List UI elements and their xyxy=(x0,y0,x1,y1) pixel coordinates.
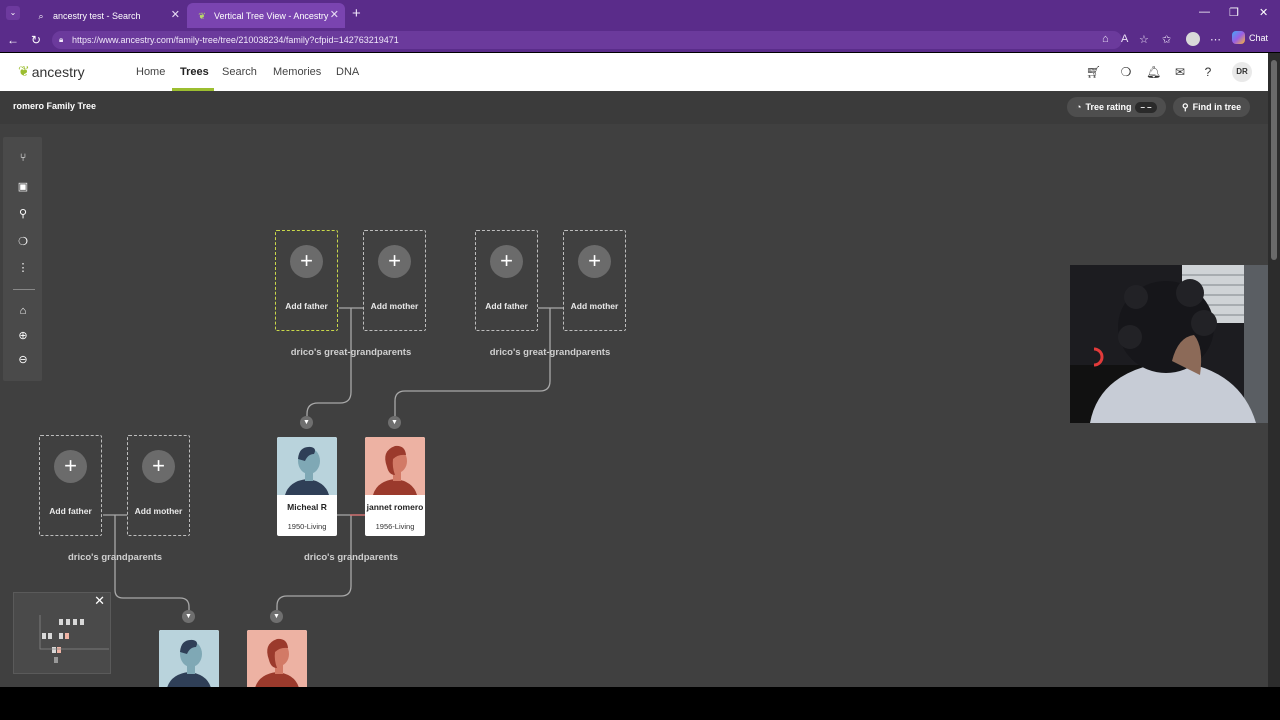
browser-tab-bar: ⌄ ⌕ ancestry test - Search ✕ ❦ Vertical … xyxy=(0,0,1280,28)
person-card[interactable] xyxy=(247,630,307,687)
chevron-down-icon[interactable]: ▼ xyxy=(270,610,283,623)
site-header: ❦ ancestry Home Trees Search Memories DN… xyxy=(0,53,1268,91)
person-years: 1956-Living xyxy=(375,522,415,531)
plus-icon: + xyxy=(142,450,175,483)
plus-icon: + xyxy=(290,245,323,278)
favorite-star-icon[interactable]: ☆ xyxy=(1139,33,1149,46)
lock-icon: 🔒︎ xyxy=(59,35,64,44)
male-silhouette-icon xyxy=(159,630,219,687)
plus-icon: + xyxy=(54,450,87,483)
person-name: jannet romero xyxy=(366,502,424,512)
person-name: Micheal R xyxy=(287,502,327,512)
female-silhouette-icon xyxy=(247,630,307,687)
ancestry-logo[interactable]: ❦ ancestry xyxy=(18,63,85,80)
nav-memories[interactable]: Memories xyxy=(273,66,321,78)
add-mother-label: Add mother xyxy=(134,506,183,516)
new-tab-icon[interactable]: + xyxy=(352,5,361,22)
search-icon: ⌕ xyxy=(38,10,44,21)
plus-icon: + xyxy=(490,245,523,278)
add-father-card[interactable]: + Add father xyxy=(275,230,338,331)
chevron-down-icon[interactable]: ▼ xyxy=(182,610,195,623)
tab-title: Vertical Tree View - Ancestry xyxy=(214,10,329,21)
add-mother-card[interactable]: + Add mother xyxy=(363,230,426,331)
messages-icon[interactable]: ✉ xyxy=(1173,65,1187,79)
close-tab-icon[interactable]: ✕ xyxy=(330,9,339,21)
gauge-icon: ◔ xyxy=(1076,102,1082,112)
chevron-down-icon[interactable]: ▼ xyxy=(388,416,401,429)
person-card[interactable] xyxy=(159,630,219,687)
tree-rating-label: Tree rating xyxy=(1085,102,1132,112)
add-father-label: Add father xyxy=(285,301,328,311)
browser-tab-tree[interactable]: ❦ Vertical Tree View - Ancestry ✕ xyxy=(187,3,345,28)
nav-search[interactable]: Search xyxy=(222,66,257,78)
tree-rating-button[interactable]: ◔ Tree rating – – xyxy=(1067,97,1166,117)
url-text: https://www.ancestry.com/family-tree/tre… xyxy=(72,35,399,45)
address-toolbar: ← ↻ 🔒︎ https://www.ancestry.com/family-t… xyxy=(0,28,1280,52)
person-years: 1950-Living xyxy=(287,522,327,531)
add-father-label: Add father xyxy=(485,301,528,311)
add-father-card[interactable]: + Add father xyxy=(475,230,538,331)
plus-icon: + xyxy=(578,245,611,278)
add-father-label: Add father xyxy=(49,506,92,516)
user-avatar[interactable]: DR xyxy=(1232,62,1252,82)
add-mother-label: Add mother xyxy=(570,301,619,311)
find-in-tree-label: Find in tree xyxy=(1192,102,1242,112)
restore-icon[interactable]: ❐ xyxy=(1229,6,1239,19)
favorites-icon[interactable]: ✩ xyxy=(1162,33,1171,46)
cart-icon[interactable]: 🛒︎ xyxy=(1086,65,1101,79)
find-person-icon: ⚲ xyxy=(1182,101,1189,112)
tab-title: ancestry test - Search xyxy=(53,10,141,21)
generation-label: drico's grandparents xyxy=(303,552,399,563)
close-tab-icon[interactable]: ✕ xyxy=(171,9,180,21)
person-card[interactable]: Micheal R 1950-Living xyxy=(277,437,337,536)
nav-trees[interactable]: Trees xyxy=(180,66,209,78)
find-in-tree-button[interactable]: ⚲ Find in tree xyxy=(1173,97,1251,117)
bell-icon[interactable]: 🔔︎ xyxy=(1146,65,1161,79)
tree-minimap[interactable]: ✕ xyxy=(13,592,111,674)
copilot-icon xyxy=(1232,31,1245,44)
url-field[interactable]: 🔒︎ https://www.ancestry.com/family-tree/… xyxy=(52,31,1122,49)
nav-home[interactable]: Home xyxy=(136,66,165,78)
tag-icon[interactable]: ⌂ xyxy=(1102,33,1109,45)
bottom-black-bar xyxy=(0,687,1280,720)
nav-dna[interactable]: DNA xyxy=(336,66,359,78)
hints-icon[interactable]: ❍ xyxy=(1119,65,1133,79)
generation-label: drico's great-grandparents xyxy=(489,347,611,358)
female-silhouette-icon xyxy=(365,437,425,495)
chevron-down-icon[interactable]: ▼ xyxy=(300,416,313,429)
generation-label: drico's great-grandparents xyxy=(290,347,412,358)
webcam-overlay xyxy=(1070,265,1280,423)
male-silhouette-icon xyxy=(277,437,337,495)
help-icon[interactable]: ? xyxy=(1201,65,1215,79)
read-aloud-icon[interactable]: A xyxy=(1121,33,1128,45)
back-icon[interactable]: ← xyxy=(7,33,19,47)
generation-label: drico's grandparents xyxy=(67,552,163,563)
minimize-icon[interactable]: — xyxy=(1199,6,1210,18)
add-father-card[interactable]: + Add father xyxy=(39,435,102,536)
tab-list-dropdown-icon[interactable]: ⌄ xyxy=(6,6,20,20)
close-window-icon[interactable]: ✕ xyxy=(1259,6,1268,19)
copilot-chat-button[interactable]: Chat xyxy=(1232,31,1268,44)
chat-label: Chat xyxy=(1249,32,1269,43)
profile-avatar[interactable] xyxy=(1186,32,1200,46)
tree-title-bar: romero Family Tree ◔ Tree rating – – ⚲ F… xyxy=(0,91,1268,124)
more-menu-icon[interactable]: ⋯ xyxy=(1210,33,1221,46)
plus-icon: + xyxy=(378,245,411,278)
webcam-feed-image xyxy=(1070,265,1280,423)
leaf-icon: ❦ xyxy=(18,63,30,79)
tree-title[interactable]: romero Family Tree xyxy=(13,101,96,111)
browser-tab-search[interactable]: ⌕ ancestry test - Search ✕ xyxy=(26,3,186,28)
add-mother-label: Add mother xyxy=(370,301,419,311)
scrollbar-thumb[interactable] xyxy=(1271,60,1277,260)
logo-text: ancestry xyxy=(31,63,85,80)
ancestry-leaf-icon: ❦ xyxy=(198,10,206,21)
tree-rating-value: – – xyxy=(1135,101,1157,113)
refresh-icon[interactable]: ↻ xyxy=(31,33,41,47)
person-card[interactable]: jannet romero 1956-Living xyxy=(365,437,425,536)
add-mother-card[interactable]: + Add mother xyxy=(563,230,626,331)
minimap-preview xyxy=(39,615,109,663)
add-mother-card[interactable]: + Add mother xyxy=(127,435,190,536)
